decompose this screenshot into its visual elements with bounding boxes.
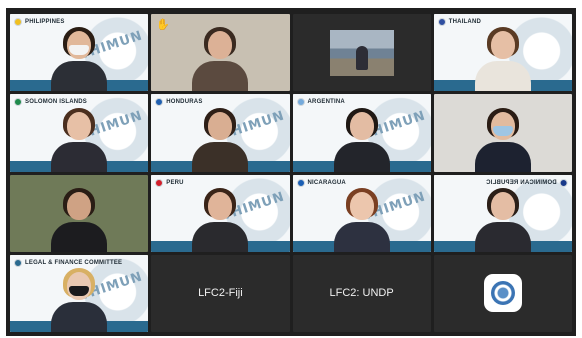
participant-tile-lfc2-fiji[interactable]: LFC2-Fiji (151, 254, 290, 332)
participant-tile-legal-finance[interactable]: THIMUN LEGAL & FINANCE COMMITTEE (10, 254, 149, 332)
participant-video (188, 187, 252, 252)
flag-icon (155, 98, 164, 107)
participant-label: ARGENTINA (296, 98, 345, 107)
participant-video (47, 27, 111, 92)
participant-tile[interactable]: ✋ (151, 14, 290, 92)
flag-icon (14, 98, 22, 107)
participant-label: DOMINICAN REPUBLIC (486, 178, 568, 187)
participant-video (471, 187, 535, 252)
participant-label: PERU (155, 178, 184, 187)
participant-tile-nicaragua[interactable]: THIMUN NICARAGUA (292, 174, 431, 252)
participant-tile-philippines[interactable]: THIMUN PHILIPPINES (10, 14, 149, 92)
participant-tile-peru[interactable]: THIMUN PERU (151, 174, 290, 252)
participant-video (188, 107, 252, 172)
flag-icon (296, 98, 305, 107)
participant-label: PHILIPPINES (14, 18, 65, 26)
participant-grid: THIMUN PHILIPPINES ✋ THAILAND THIMUN SOL… (10, 14, 572, 332)
participant-name: LFC2-Fiji (198, 287, 243, 300)
participant-tile-solomon-islands[interactable]: THIMUN SOLOMON ISLANDS (10, 94, 149, 172)
participant-tile[interactable] (292, 14, 431, 92)
participant-video (47, 187, 111, 252)
participant-label: HONDURAS (155, 98, 202, 107)
participant-label: LEGAL & FINANCE COMMITTEE (14, 258, 122, 267)
participant-video (471, 27, 535, 92)
participant-video (47, 268, 111, 332)
participant-video (188, 27, 252, 92)
participant-label: THAILAND (437, 18, 481, 26)
flag-icon (155, 178, 164, 187)
participant-tile-thailand[interactable]: THAILAND (433, 14, 572, 92)
participant-tile[interactable] (10, 174, 149, 252)
participant-name: LFC2: UNDP (329, 287, 394, 300)
participant-label: NICARAGUA (296, 178, 346, 187)
participant-label: SOLOMON ISLANDS (14, 98, 87, 107)
participant-tile-logo[interactable] (433, 254, 572, 332)
participant-video (330, 187, 394, 252)
organization-logo-icon (483, 274, 522, 313)
participant-tile-argentina[interactable]: THIMUN ARGENTINA (292, 94, 431, 172)
participant-tile-dominican-republic[interactable]: DOMINICAN REPUBLIC (433, 174, 572, 252)
flag-icon (437, 18, 446, 26)
participant-video (47, 107, 111, 172)
participant-video (330, 107, 394, 172)
participant-tile-honduras[interactable]: THIMUN HONDURAS (151, 94, 290, 172)
participant-video (471, 107, 535, 172)
flag-icon (296, 178, 305, 187)
flag-icon (14, 18, 22, 26)
participant-video (329, 29, 394, 76)
raised-hand-icon: ✋ (156, 19, 170, 31)
video-call-window: THIMUN PHILIPPINES ✋ THAILAND THIMUN SOL… (6, 8, 576, 336)
participant-tile[interactable] (433, 94, 572, 172)
participant-tile-lfc2-undp[interactable]: LFC2: UNDP (292, 254, 431, 332)
committee-logo-icon (14, 258, 22, 267)
flag-icon (560, 178, 568, 187)
